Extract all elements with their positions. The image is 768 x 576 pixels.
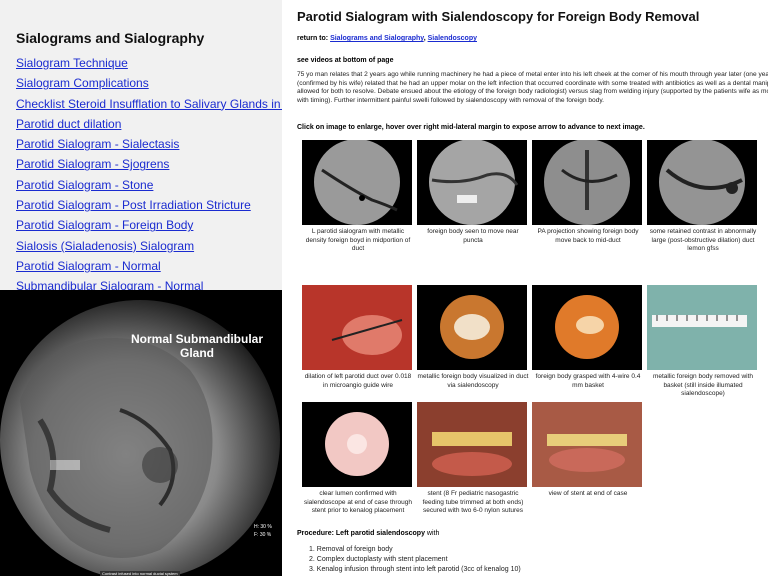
thumb-caption: foreign body grasped with 4-wire 0.4 mm … [535, 373, 641, 389]
nav-item: Sialogram Complications [16, 76, 282, 96]
return-label: return to: [297, 35, 329, 42]
nav-title: Sialograms and Sialography [16, 30, 205, 46]
gallery-item: L parotid sialogram with metallic densit… [302, 140, 414, 254]
left-nav-panel: Sialograms and Sialography Sialogram Tec… [0, 0, 282, 290]
nav-link-parotid-duct-dilation[interactable]: Parotid duct dilation [16, 117, 121, 131]
procedure-steps: 1. Removal of foreign body 2. Complex du… [309, 545, 521, 575]
procedure-heading: Procedure: Left parotid sialendoscopy wi… [297, 530, 439, 537]
thumb-image-5[interactable] [302, 285, 412, 370]
xray-image-panel[interactable]: Normal Submandibular Gland H: 30 % F: 30… [0, 290, 282, 576]
thumb-image-6[interactable] [417, 285, 527, 370]
thumb-caption: metallic foreign body removed with baske… [652, 373, 754, 397]
nav-link-post-irradiation[interactable]: Parotid Sialogram - Post Irradiation Str… [16, 198, 251, 212]
xray-meta-f: F: 30 % [254, 532, 272, 538]
thumb-image-4[interactable] [647, 140, 757, 225]
nav-link-stone[interactable]: Parotid Sialogram - Stone [16, 178, 153, 192]
thumb-image-11[interactable] [532, 402, 642, 487]
thumb-caption: foreign body seen to move near puncta [427, 228, 519, 244]
intro-paragraph: 75 yo man relates that 2 years ago while… [297, 71, 768, 104]
nav-link-checklist-steroid[interactable]: Checklist Steroid Insufflation to Saliva… [16, 97, 282, 111]
xray-label: Normal Submandibular Gland [122, 332, 272, 360]
gallery-item: dilation of left parotid duct over 0.018… [302, 285, 414, 390]
thumb-image-10[interactable] [417, 402, 527, 487]
nav-item: Submandibular Sialogram - Normal [16, 279, 282, 290]
xray-label-line2: Gland [179, 346, 214, 360]
thumb-caption: stent (8 Fr pediatric nasogastric feedin… [422, 490, 524, 514]
return-line: return to: Sialograms and Sialography, S… [297, 35, 477, 42]
return-separator: , [423, 35, 426, 42]
nav-link-parotid-normal[interactable]: Parotid Sialogram - Normal [16, 259, 161, 273]
nav-link-sialosis[interactable]: Sialosis (Sialadenosis) Sialogram [16, 239, 194, 253]
nav-list: Sialogram Technique Sialogram Complicati… [16, 56, 282, 290]
nav-item: Parotid Sialogram - Foreign Body [16, 218, 282, 238]
nav-link-sjogrens[interactable]: Parotid Sialogram - Sjogrens [16, 157, 169, 171]
nav-link-foreign-body[interactable]: Parotid Sialogram - Foreign Body [16, 218, 193, 232]
return-link-sialendoscopy[interactable]: Sialendoscopy [428, 35, 477, 42]
thumb-image-9[interactable] [302, 402, 412, 487]
nav-item: Parotid Sialogram - Sialectasis [16, 137, 282, 157]
procedure-step: 1. Removal of foreign body [309, 546, 393, 553]
see-videos-note: see videos at bottom of page [297, 57, 394, 64]
nav-link-sialectasis[interactable]: Parotid Sialogram - Sialectasis [16, 137, 179, 151]
xray-label-line1: Normal Submandibular [130, 332, 264, 346]
nav-item: Parotid Sialogram - Post Irradiation Str… [16, 198, 282, 218]
nav-item: Sialosis (Sialadenosis) Sialogram [16, 239, 282, 259]
gallery-item: some retained contrast in abnormally lar… [647, 140, 759, 254]
nav-item: Sialogram Technique [16, 56, 282, 76]
thumb-caption: PA projection showing foreign body move … [537, 228, 639, 244]
thumb-image-7[interactable] [532, 285, 642, 370]
thumb-caption: metallic foreign body visualized in duct… [417, 373, 529, 389]
thumb-caption: some retained contrast in abnormally lar… [649, 228, 757, 252]
thumb-image-2[interactable] [417, 140, 527, 225]
thumb-caption: L parotid sialogram with metallic densit… [305, 228, 411, 252]
xray-meta-h: H: 30 % [254, 524, 272, 530]
procedure-step: 3. Kenalog infusion through stent into l… [309, 566, 521, 573]
page-title: Parotid Sialogram with Sialendoscopy for… [297, 9, 700, 24]
nav-link-sialogram-technique[interactable]: Sialogram Technique [16, 56, 128, 70]
procedure-step: 2. Complex ductoplasty with stent placem… [309, 556, 448, 563]
gallery-item: view of stent at end of case [532, 402, 644, 499]
return-link-sialograms[interactable]: Sialograms and Sialography [330, 35, 424, 42]
procedure-label: Procedure: Left parotid sialendoscopy [297, 530, 425, 537]
thumb-caption: view of stent at end of case [548, 490, 628, 497]
nav-item: Checklist Steroid Insufflation to Saliva… [16, 97, 282, 117]
click-instruction: Click on image to enlarge, hover over ri… [297, 124, 645, 131]
nav-item: Parotid duct dilation [16, 117, 282, 137]
nav-item: Parotid Sialogram - Sjogrens [16, 157, 282, 177]
nav-link-sialogram-complications[interactable]: Sialogram Complications [16, 76, 149, 90]
nav-link-submandibular-normal[interactable]: Submandibular Sialogram - Normal [16, 279, 203, 290]
gallery-item: stent (8 Fr pediatric nasogastric feedin… [417, 402, 529, 516]
thumb-caption: dilation of left parotid duct over 0.018… [304, 373, 412, 389]
gallery-item: metallic foreign body removed with baske… [647, 285, 759, 399]
xray-caption: Contrast infused into normal ductal syst… [100, 571, 180, 576]
gallery-item: foreign body grasped with 4-wire 0.4 mm … [532, 285, 644, 390]
nav-item: Parotid Sialogram - Stone [16, 178, 282, 198]
nav-item: Parotid Sialogram - Normal [16, 259, 282, 279]
gallery-item: clear lumen confirmed with sialendoscope… [302, 402, 414, 516]
document-panel: Parotid Sialogram with Sialendoscopy for… [282, 0, 768, 576]
thumb-caption: clear lumen confirmed with sialendoscope… [303, 490, 413, 514]
thumb-image-3[interactable] [532, 140, 642, 225]
thumb-image-1[interactable] [302, 140, 412, 225]
gallery-item: foreign body seen to move near puncta [417, 140, 529, 245]
thumb-image-8[interactable] [647, 285, 757, 370]
gallery-item: metallic foreign body visualized in duct… [417, 285, 529, 390]
procedure-with: with [426, 530, 440, 537]
gallery-item: PA projection showing foreign body move … [532, 140, 644, 245]
